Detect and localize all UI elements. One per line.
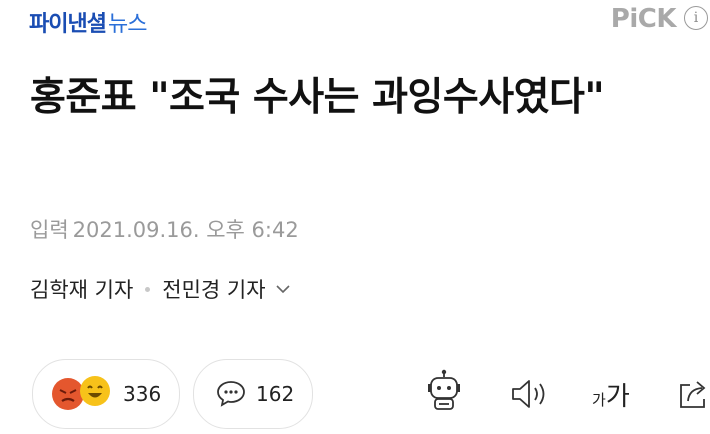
reporter-name[interactable]: 김학재 기자 bbox=[30, 274, 133, 304]
reporter-name[interactable]: 전민경 기자 bbox=[162, 274, 265, 304]
share-icon[interactable] bbox=[676, 377, 710, 411]
comment-count: 162 bbox=[256, 382, 295, 406]
press-logo-main: 파이낸셜 bbox=[29, 12, 107, 37]
date-value: 2021.09.16. 오후 6:42 bbox=[72, 218, 299, 242]
reaction-button[interactable]: 336 bbox=[32, 359, 180, 429]
info-icon[interactable]: i bbox=[684, 6, 708, 30]
robot-summary-icon[interactable] bbox=[425, 369, 463, 413]
font-size-icon[interactable]: 가가 bbox=[592, 376, 630, 413]
press-logo[interactable]: 파이낸셜뉴스 bbox=[29, 6, 147, 38]
top-bar: 파이낸셜뉴스 PiCK i bbox=[0, 0, 710, 40]
reporter-list[interactable]: 김학재 기자 전민경 기자 bbox=[30, 274, 290, 304]
article-title: 홍준표 "조국 수사는 과잉수사였다" bbox=[30, 75, 605, 120]
laugh-emoji-icon bbox=[80, 376, 110, 406]
chevron-down-icon[interactable] bbox=[275, 284, 290, 294]
comment-bubble-icon bbox=[217, 381, 245, 407]
press-logo-sub: 뉴스 bbox=[107, 12, 147, 37]
separator-dot bbox=[145, 286, 151, 292]
comment-button[interactable]: 162 bbox=[193, 359, 313, 429]
date-label: 입력 bbox=[30, 218, 69, 242]
article-date: 입력 2021.09.16. 오후 6:42 bbox=[30, 214, 299, 244]
reaction-count: 336 bbox=[123, 382, 162, 406]
speaker-icon[interactable] bbox=[509, 377, 551, 411]
pick-badge: PiCK bbox=[610, 4, 677, 34]
font-size-large-label: 가 bbox=[605, 382, 630, 412]
font-size-small-label: 가 bbox=[592, 391, 606, 409]
